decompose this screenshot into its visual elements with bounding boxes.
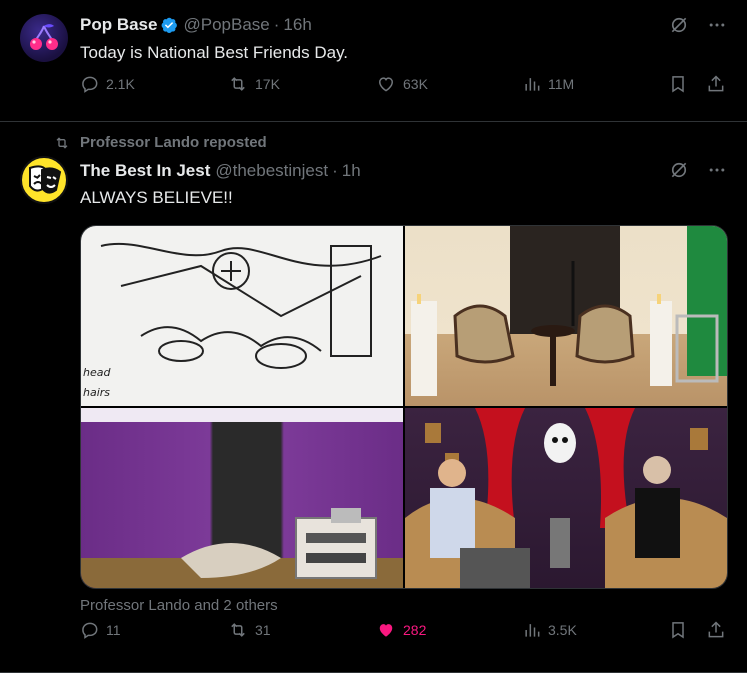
share-button[interactable] xyxy=(706,74,726,94)
bookmark-icon xyxy=(668,74,688,94)
bookmark-icon xyxy=(668,620,688,640)
more-icon[interactable] xyxy=(707,160,727,180)
share-icon xyxy=(706,620,726,640)
reply-count: 11 xyxy=(106,622,121,638)
share-icon xyxy=(706,74,726,94)
avatar[interactable] xyxy=(20,14,68,62)
repost-icon xyxy=(227,74,249,94)
share-button[interactable] xyxy=(706,620,726,640)
repost-count: 17K xyxy=(255,76,280,92)
repost-icon xyxy=(227,620,249,640)
like-button[interactable]: 282 xyxy=(375,620,426,640)
tweet-header: The Best In Jest @thebestinjest · 1h xyxy=(80,161,361,181)
separator: · xyxy=(273,15,280,34)
sketch-label-hairs: hairs xyxy=(83,386,110,399)
tweet-text: Today is National Best Friends Day. xyxy=(80,43,349,62)
tweet-text: ALWAYS BELIEVE!! xyxy=(80,188,233,207)
avatar[interactable] xyxy=(20,156,68,204)
media-whiteboard-sketch[interactable]: head hairs xyxy=(81,226,403,406)
reply-count: 2.1K xyxy=(106,76,135,92)
cherry-logo-icon xyxy=(30,24,58,50)
like-count: 63K xyxy=(403,76,428,92)
timestamp[interactable]: 1h xyxy=(342,161,361,181)
more-icon[interactable] xyxy=(707,15,727,35)
verified-icon xyxy=(160,16,178,34)
reply-button[interactable]: 2.1K xyxy=(80,74,135,94)
like-icon xyxy=(375,74,397,94)
views-icon xyxy=(522,620,542,640)
display-name[interactable]: The Best In Jest xyxy=(80,161,210,181)
like-button[interactable]: 63K xyxy=(375,74,428,94)
reply-icon xyxy=(80,620,100,640)
theater-masks-icon xyxy=(29,165,62,194)
timestamp[interactable]: 16h xyxy=(283,15,311,35)
bookmark-button[interactable] xyxy=(668,74,688,94)
repost-count: 31 xyxy=(255,622,271,638)
media-chairs-set[interactable] xyxy=(405,226,727,406)
media-grid: head hairs xyxy=(80,225,728,589)
tweet-header: Pop Base @PopBase · 16h xyxy=(80,15,312,35)
separator: · xyxy=(332,161,338,180)
bookmark-button[interactable] xyxy=(668,620,688,640)
repost-label-text[interactable]: Professor Lando reposted xyxy=(80,134,267,151)
media-podcast-set[interactable] xyxy=(405,408,727,588)
reposted-by[interactable]: Professor Lando and 2 others xyxy=(80,597,278,614)
grok-icon[interactable] xyxy=(669,15,689,35)
repost-button[interactable]: 17K xyxy=(227,74,280,94)
sketch-label-head: head xyxy=(83,366,111,379)
grok-icon[interactable] xyxy=(669,160,689,180)
handle[interactable]: @PopBase xyxy=(183,15,269,35)
views-button[interactable]: 11M xyxy=(522,74,574,94)
handle[interactable]: @thebestinjest xyxy=(215,161,328,181)
views-button[interactable]: 3.5K xyxy=(522,620,577,640)
reply-button[interactable]: 11 xyxy=(80,620,121,640)
tweet-popbase[interactable]: Pop Base @PopBase · 16h Today is Nationa… xyxy=(0,0,747,122)
like-count: 282 xyxy=(403,622,427,638)
tweet-thebestinjest[interactable]: Professor Lando reposted The Best In Jes… xyxy=(0,122,747,673)
display-name[interactable]: Pop Base xyxy=(80,15,157,35)
reply-icon xyxy=(80,74,100,94)
views-icon xyxy=(522,74,542,94)
repost-icon xyxy=(54,135,70,151)
repost-context: Professor Lando reposted xyxy=(54,134,267,151)
views-count: 11M xyxy=(548,76,575,92)
views-count: 3.5K xyxy=(548,622,577,638)
like-icon xyxy=(375,620,397,640)
repost-button[interactable]: 31 xyxy=(227,620,271,640)
media-purple-room[interactable] xyxy=(81,408,403,588)
